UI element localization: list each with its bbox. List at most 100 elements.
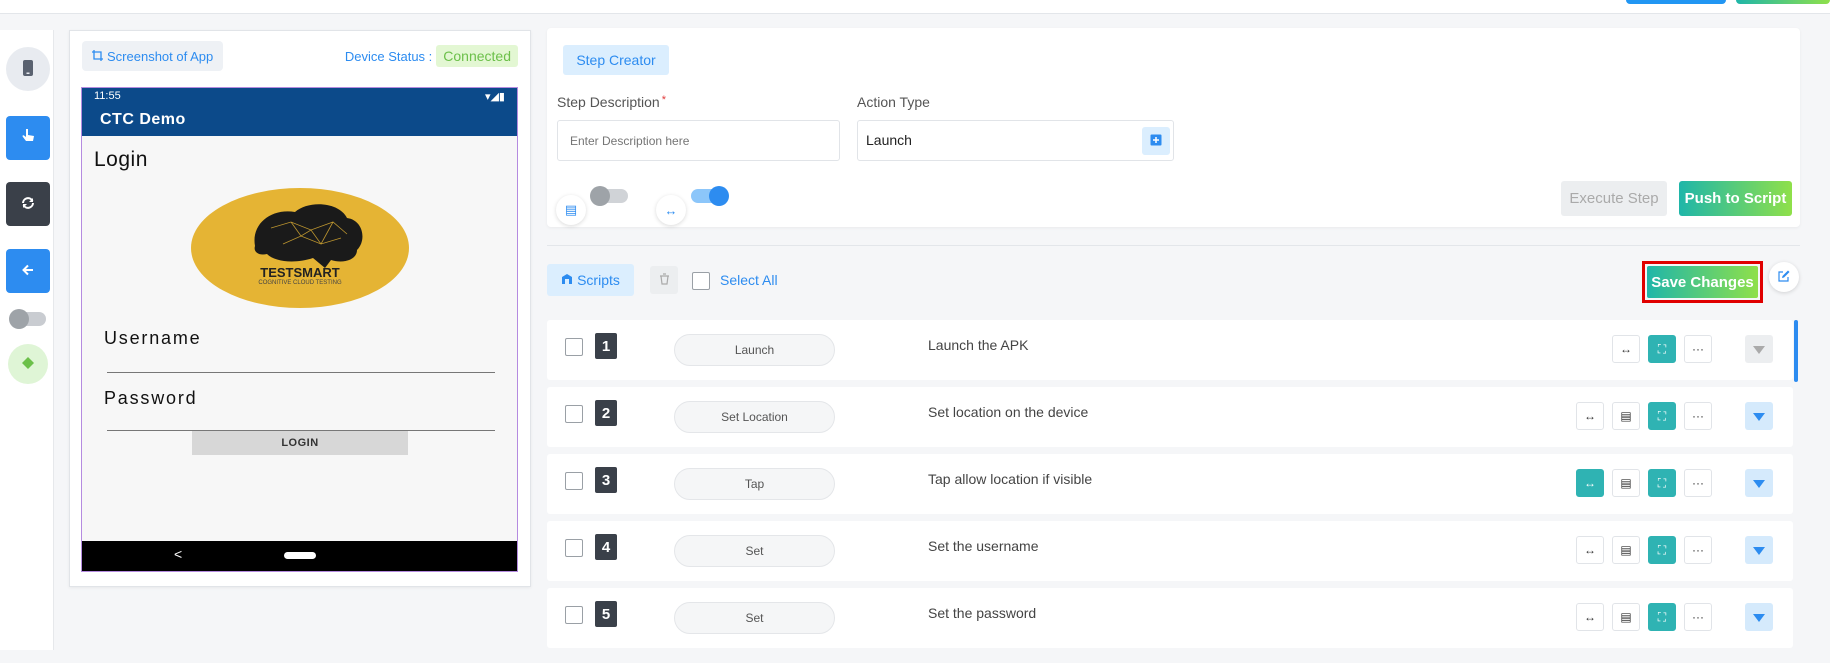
trash-icon [659,272,670,288]
swap-button[interactable]: ↔ [1576,603,1604,631]
list-button[interactable]: ▤ [1612,469,1640,497]
plus-square-icon [1150,133,1162,149]
step-checkbox[interactable] [565,606,583,624]
execute-step-button[interactable]: Execute Step [1561,181,1667,216]
step-number: 3 [595,467,617,493]
phone-time: 11:55 [94,90,121,102]
android-button[interactable] [8,344,48,384]
list-button[interactable]: ▤ [1612,536,1640,564]
sync-button[interactable] [6,182,50,226]
left-rail [0,30,54,650]
add-action-button[interactable] [1142,127,1170,155]
phone-icon [22,59,34,79]
script-step-row[interactable]: 5 Set Set the password ↔ ▤ ⛶ ··· [547,588,1793,648]
device-screen[interactable]: 11:55 ▾◢▮ CTC Demo Login TESTSMART COGNI… [81,87,518,572]
script-step-row[interactable]: 1 Launch Launch the APK ↔ ⛶ ··· [547,320,1793,380]
swap-arrows-icon: ↔ [1584,409,1596,423]
swap-button[interactable]: ↔ [1612,335,1640,363]
push-to-script-button[interactable]: Push to Script [1679,181,1792,216]
chevron-down-icon [1753,341,1765,357]
step-action-pill[interactable]: Tap [674,468,835,500]
arrow-left-icon [21,263,35,280]
expand-button[interactable] [1745,469,1773,497]
crop-icon: ⛶ [1657,341,1667,356]
list-icon: ▤ [1620,543,1632,557]
tab-scripts[interactable]: Scripts [547,264,634,296]
back-button[interactable] [6,249,50,293]
more-dots-icon: ··· [1692,342,1704,356]
step-action-pill[interactable]: Set [674,535,835,567]
expand-button[interactable] [1745,335,1773,363]
username-label: Username [104,328,202,348]
more-options-button[interactable]: ··· [1684,469,1712,497]
app-title: CTC Demo [100,111,186,128]
screenshot-crop-button[interactable]: ⛶ [1648,335,1676,363]
list-scrollbar[interactable] [1794,320,1798,382]
screenshot-crop-button[interactable]: ⛶ [1648,603,1676,631]
screenshot-crop-button[interactable]: ⛶ [1648,402,1676,430]
list-button[interactable]: ▤ [1612,402,1640,430]
action-type-label: Action Type [857,94,930,110]
crop-icon [92,49,103,64]
step-description: Tap allow location if visible [928,471,1093,487]
chevron-down-icon [1753,408,1765,424]
step-checkbox[interactable] [565,338,583,356]
more-options-button[interactable]: ··· [1684,536,1712,564]
signal-icon: ▾◢▮ [484,90,505,103]
screenshot-crop-button[interactable]: ⛶ [1648,469,1676,497]
swap-toggle[interactable] [691,186,729,206]
list-button[interactable]: ▤ [1612,603,1640,631]
more-options-button[interactable]: ··· [1684,402,1712,430]
chevron-down-icon [1753,475,1765,491]
save-changes-button[interactable]: Save Changes [1642,261,1763,303]
step-checkbox[interactable] [565,405,583,423]
script-step-row[interactable]: 3 Tap Tap allow location if visible ↔ ▤ … [547,454,1793,514]
expand-button[interactable] [1745,603,1773,631]
nav-home-icon[interactable] [284,552,316,559]
script-step-row[interactable]: 2 Set Location Set location on the devic… [547,387,1793,447]
swap-button[interactable]: ↔ [1576,402,1604,430]
list-toggle[interactable] [590,186,628,206]
device-status: Device Status : Connected [345,45,518,67]
nav-back-icon[interactable]: < [174,546,182,562]
phone-login-button[interactable]: LOGIN [192,431,408,455]
step-number: 5 [595,601,617,627]
tab-step-creator[interactable]: Step Creator [563,45,669,75]
swap-button[interactable]: ↔ [1576,536,1604,564]
swap-button[interactable]: ↔ [1576,469,1604,497]
login-title: Login [94,148,148,171]
more-options-button[interactable]: ··· [1684,335,1712,363]
username-underline[interactable] [107,372,495,373]
edit-button[interactable] [1769,262,1799,292]
more-options-button[interactable]: ··· [1684,603,1712,631]
rail-toggle[interactable] [9,309,46,329]
list-icon: ▤ [564,202,578,217]
tap-mode-button[interactable] [6,116,50,160]
device-button[interactable] [6,47,50,91]
delete-button[interactable] [650,266,678,294]
swap-arrows-icon: ↔ [1620,342,1632,356]
step-action-pill[interactable]: Set [674,602,835,634]
step-checkbox[interactable] [565,472,583,490]
step-action-pill[interactable]: Launch [674,334,835,366]
script-step-row[interactable]: 4 Set Set the username ↔ ▤ ⛶ ··· [547,521,1793,581]
top-action-button[interactable] [1626,0,1726,4]
more-dots-icon: ··· [1692,476,1704,490]
step-creator-panel: Step Creator Step Description * Action Ty… [547,28,1800,227]
step-checkbox[interactable] [565,539,583,557]
swap-toggle-icon-button[interactable]: ↔ [656,195,686,225]
step-description-input[interactable] [557,120,840,161]
expand-button[interactable] [1745,402,1773,430]
status-badge: Connected [436,45,518,67]
screenshot-button[interactable]: Screenshot of App [82,41,224,71]
select-all-label[interactable]: Select All [720,272,778,288]
select-all-checkbox[interactable] [692,272,710,290]
expand-button[interactable] [1745,536,1773,564]
action-type-select[interactable]: Launch [857,120,1174,161]
top-bar [0,0,1830,14]
list-toggle-icon-button[interactable]: ▤ [556,195,586,225]
step-action-pill[interactable]: Set Location [674,401,835,433]
top-gradient-button[interactable] [1736,0,1830,4]
screenshot-crop-button[interactable]: ⛶ [1648,536,1676,564]
step-number: 4 [595,534,617,560]
